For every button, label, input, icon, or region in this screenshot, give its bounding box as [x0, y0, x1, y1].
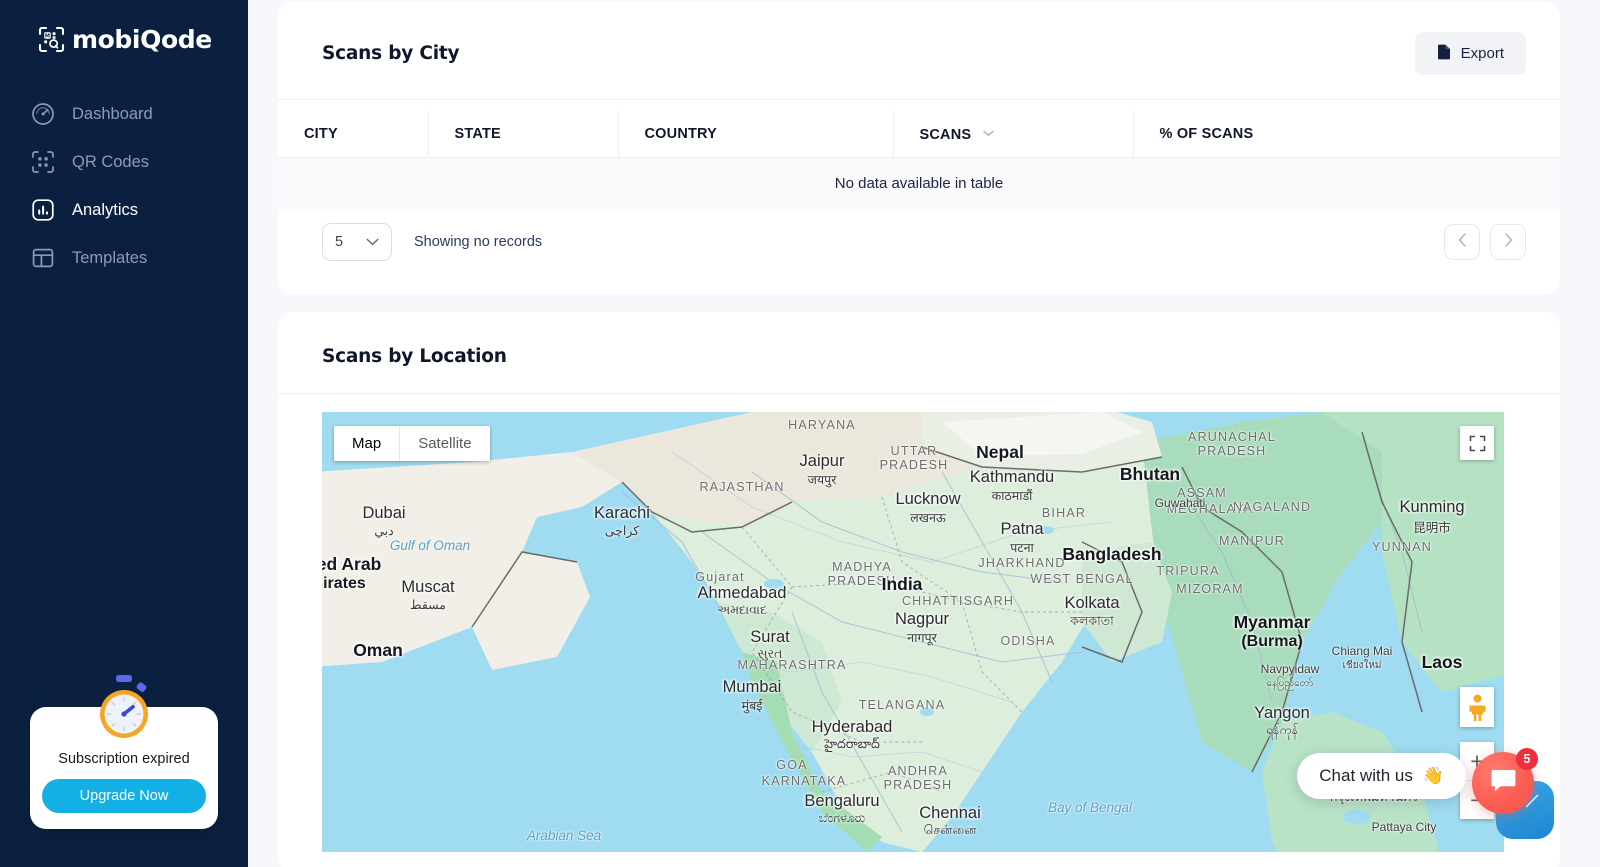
map-type-control: Map Satellite [334, 426, 490, 461]
qr-logo-icon: M [38, 26, 65, 53]
map-header-divider [278, 393, 1560, 394]
chat-bubble-message[interactable]: Chat with us 👋 [1297, 753, 1466, 799]
chat-bubble-icon [1490, 768, 1517, 798]
page-size-value: 5 [335, 234, 344, 250]
scans-by-city-table: CITY STATE COUNTRY SCANS % OF SCANS No d… [278, 111, 1560, 209]
fullscreen-icon[interactable] [1460, 426, 1494, 460]
chevron-left-icon [1458, 233, 1467, 251]
empty-message: No data available in table [278, 157, 1560, 209]
table-footer-left: 5 Showing no records [322, 223, 542, 261]
scans-by-location-header: Scans by Location [278, 312, 1560, 393]
pagination-prev-button[interactable] [1444, 224, 1480, 260]
qr-scan-icon [30, 149, 56, 175]
export-button-label: Export [1460, 45, 1504, 62]
chat-launcher-button[interactable]: 5 [1472, 748, 1538, 814]
main-content: Scans by City Export CITY STATE COUNTRY … [248, 0, 1600, 867]
sidebar-item-label: Analytics [72, 200, 139, 219]
subscription-title: Subscription expired [58, 751, 190, 767]
sidebar-item-label: Dashboard [72, 104, 153, 123]
pagination [1444, 224, 1526, 260]
sidebar-item-label: QR Codes [72, 152, 150, 171]
scans-by-location-card: Scans by Location Dubai دبي d Arab irate… [278, 312, 1560, 867]
subscription-card: Subscription expired Upgrade Now [30, 675, 218, 829]
sidebar-item-analytics[interactable]: Analytics [0, 186, 248, 234]
chat-bubble-text: Chat with us [1319, 766, 1413, 785]
svg-text:M: M [45, 33, 50, 39]
chevron-right-icon [1504, 233, 1513, 251]
app-root: M mobiQode Dashboard QR Codes Analytics … [0, 0, 1600, 867]
column-header-city[interactable]: CITY [278, 111, 429, 158]
upgrade-now-button[interactable]: Upgrade Now [42, 779, 206, 813]
sidebar: M mobiQode Dashboard QR Codes Analytics … [0, 0, 248, 867]
section-title: Scans by Location [322, 346, 507, 367]
column-header-state[interactable]: STATE [428, 111, 619, 158]
column-header-country[interactable]: COUNTRY [618, 111, 894, 158]
table-header: CITY STATE COUNTRY SCANS % OF SCANS [278, 111, 1560, 158]
chevron-down-icon [982, 125, 994, 141]
chevron-down-icon [366, 234, 379, 250]
export-button[interactable]: Export [1414, 32, 1526, 75]
column-header-scans[interactable]: SCANS [893, 111, 1134, 158]
table-footer: 5 Showing no records [278, 209, 1560, 261]
sidebar-nav: Dashboard QR Codes Analytics Templates [0, 90, 248, 282]
brand-name: mobiQode [72, 24, 212, 54]
table-header-row: CITY STATE COUNTRY SCANS % OF SCANS [278, 111, 1560, 158]
document-icon [1437, 43, 1452, 64]
header-divider [278, 99, 1560, 100]
sidebar-item-dashboard[interactable]: Dashboard [0, 90, 248, 138]
page-title: Scans by City [322, 43, 460, 64]
brand-logo[interactable]: M mobiQode [0, 0, 248, 62]
map-type-satellite-button[interactable]: Satellite [399, 426, 489, 461]
column-header-scans-label: SCANS [919, 127, 972, 143]
speedometer-icon [30, 101, 56, 127]
table-body: No data available in table [278, 157, 1560, 209]
records-status: Showing no records [414, 234, 543, 250]
page-size-select[interactable]: 5 [322, 223, 392, 261]
sidebar-item-qr-codes[interactable]: QR Codes [0, 138, 248, 186]
table-empty-row: No data available in table [278, 157, 1560, 209]
chat-unread-badge: 5 [1516, 748, 1538, 770]
street-view-pegman-icon[interactable] [1460, 687, 1494, 727]
sidebar-item-templates[interactable]: Templates [0, 234, 248, 282]
waving-hand-icon: 👋 [1422, 766, 1444, 785]
pagination-next-button[interactable] [1490, 224, 1526, 260]
scans-by-city-card: Scans by City Export CITY STATE COUNTRY … [278, 2, 1560, 294]
bar-chart-icon [30, 197, 56, 223]
sidebar-item-label: Templates [72, 248, 148, 267]
scans-by-city-header: Scans by City Export [278, 2, 1560, 99]
column-header-percent-of-scans[interactable]: % OF SCANS [1133, 111, 1560, 158]
layout-template-icon [30, 245, 56, 271]
stopwatch-icon [87, 671, 161, 745]
map-type-map-button[interactable]: Map [334, 426, 399, 461]
